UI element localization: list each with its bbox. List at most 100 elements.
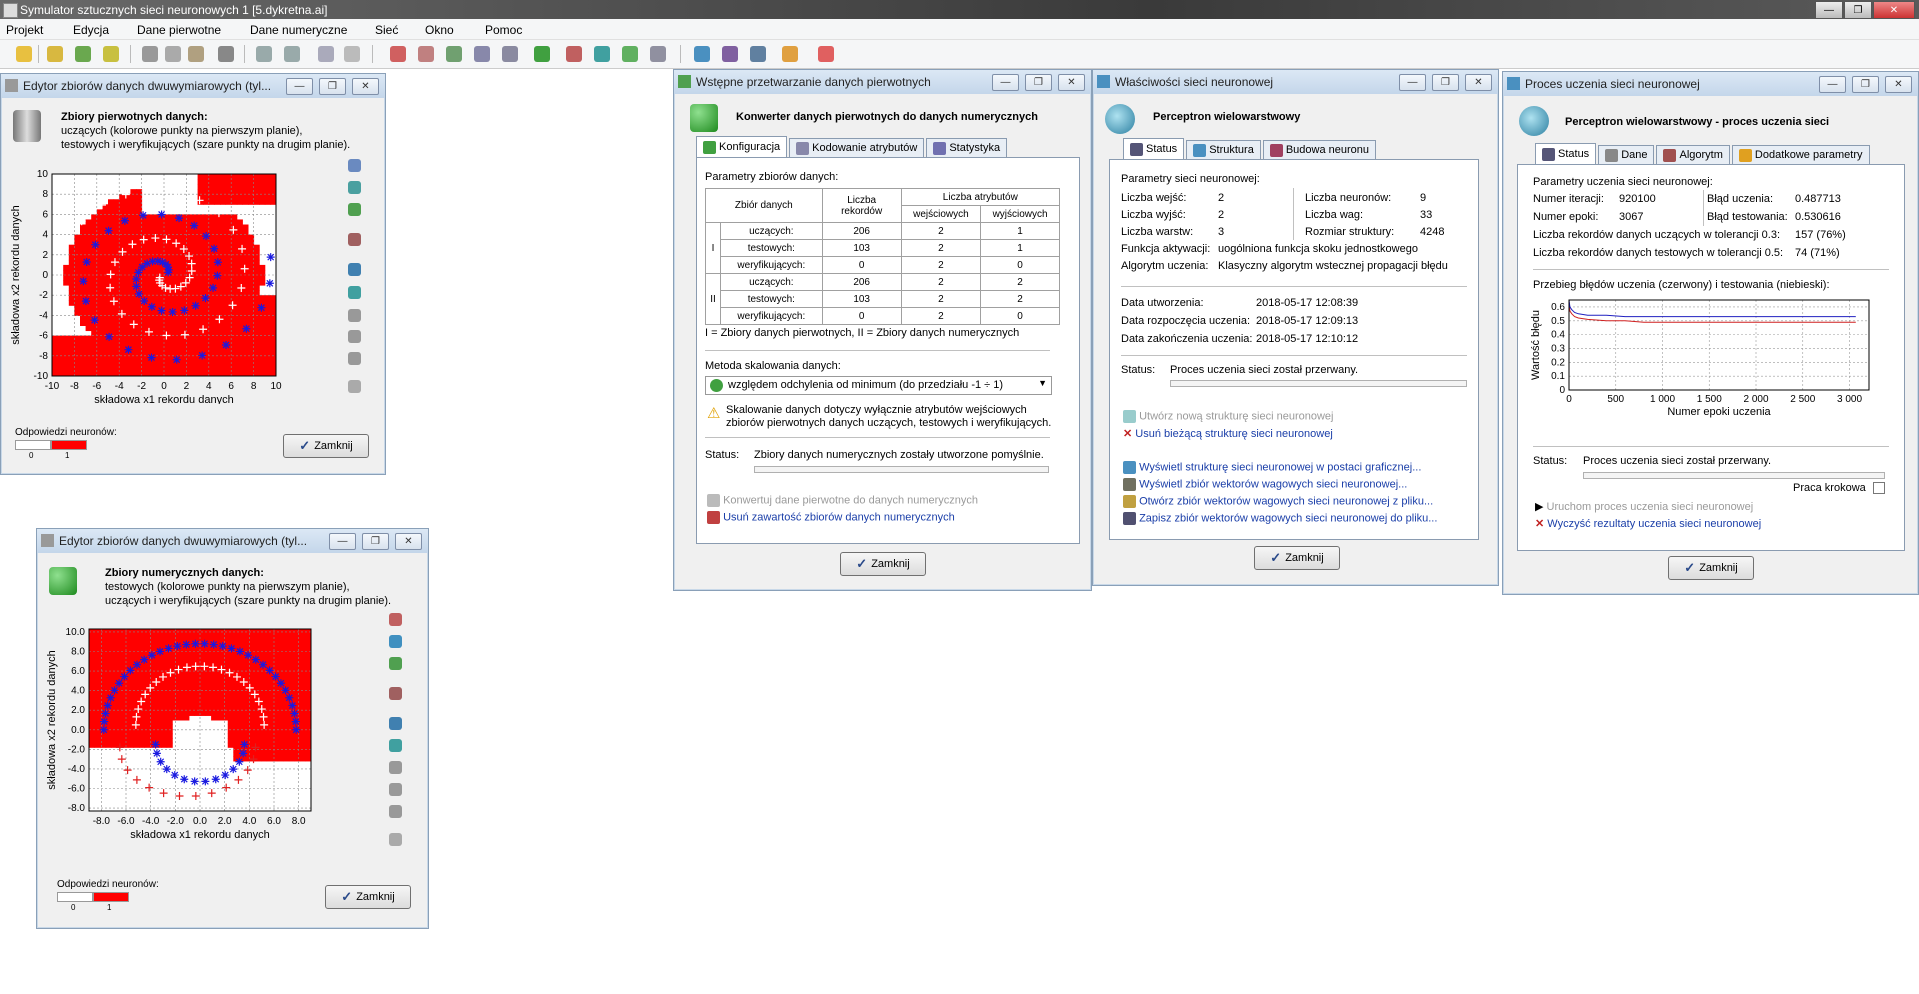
tab-budowa-neuronu[interactable]: Budowa neuronu [1262, 140, 1377, 159]
tab-dodatkowe-parametry[interactable]: Dodatkowe parametry [1731, 145, 1870, 164]
brush-icon[interactable] [389, 833, 402, 846]
close-dialog-button[interactable]: ✓ Zamknij [1668, 556, 1754, 580]
save-icon[interactable] [75, 46, 91, 62]
settings-icon[interactable] [348, 309, 361, 322]
grid-icon[interactable] [389, 687, 402, 700]
start-training-action[interactable]: ▶ Uruchom proces uczenia sieci neuronowe… [1535, 500, 1753, 513]
data-edit-icon[interactable] [318, 46, 334, 62]
add-points-icon[interactable] [348, 181, 361, 194]
menu-projekt[interactable]: Projekt [6, 23, 43, 37]
close-dialog-button[interactable]: ✓ Zamknij [1254, 546, 1340, 570]
network-icon[interactable] [694, 46, 710, 62]
tab-status[interactable]: Status [1535, 143, 1597, 164]
settings-icon[interactable] [389, 761, 402, 774]
save-as-icon[interactable] [103, 46, 119, 62]
minimize-button[interactable]: — [1815, 1, 1843, 19]
close-dialog-button[interactable]: ✓ Zamknij [840, 552, 926, 576]
tab-statystyka[interactable]: Statystyka [926, 138, 1008, 157]
cut-icon[interactable] [142, 46, 158, 62]
zoom-icon[interactable] [348, 286, 361, 299]
delete-icon[interactable] [218, 46, 234, 62]
numeric-data-2-icon[interactable] [566, 46, 582, 62]
import-icon[interactable] [256, 46, 272, 62]
menu-dane-pierwotne[interactable]: Dane pierwotne [137, 23, 221, 37]
maximize-button[interactable]: ❐ [319, 78, 346, 95]
close-dialog-button[interactable]: ✓ Zamknij [325, 885, 411, 909]
minimize-button[interactable]: — [992, 74, 1019, 91]
help-icon[interactable] [818, 46, 834, 62]
color-icon[interactable] [348, 330, 361, 343]
export-icon[interactable] [284, 46, 300, 62]
primary-data-5-icon[interactable] [502, 46, 518, 62]
add-points-icon[interactable] [389, 635, 402, 648]
remove-points-icon[interactable] [389, 657, 402, 670]
numeric-data-5-icon[interactable] [650, 46, 666, 62]
close-dialog-button[interactable]: ✓ Zamknij [283, 434, 369, 458]
menu-edycja[interactable]: Edycja [73, 23, 109, 37]
numeric-data-4-icon[interactable] [622, 46, 638, 62]
brush-icon[interactable] [348, 380, 361, 393]
view-icon[interactable] [348, 352, 361, 365]
tab-dane[interactable]: Dane [1598, 145, 1655, 164]
menu-dane-numeryczne[interactable]: Dane numeryczne [250, 23, 347, 37]
clear-numeric-action[interactable]: Usuń zawartość zbiorów danych numeryczny… [707, 511, 955, 524]
new-project-icon[interactable] [16, 46, 32, 62]
minimize-button[interactable]: — [1819, 76, 1846, 93]
tab-struktura[interactable]: Struktura [1186, 140, 1261, 159]
close-button[interactable]: ✕ [1885, 76, 1912, 93]
edit-points-icon[interactable] [348, 159, 361, 172]
tab-kodowanie-atrybutow[interactable]: Kodowanie atrybutów [789, 138, 925, 157]
menu-siec[interactable]: Sieć [375, 23, 398, 37]
menu-pomoc[interactable]: Pomoc [485, 23, 522, 37]
info-icon[interactable] [348, 263, 361, 276]
maximize-button[interactable]: ❐ [1852, 76, 1879, 93]
view-icon[interactable] [389, 805, 402, 818]
chevron-down-icon[interactable]: ▼ [1038, 378, 1047, 388]
data-view-icon[interactable] [344, 46, 360, 62]
primary-data-4-icon[interactable] [474, 46, 490, 62]
maximize-button[interactable]: ❐ [362, 533, 389, 550]
learning-icon[interactable] [782, 46, 798, 62]
primary-data-2-icon[interactable] [418, 46, 434, 62]
minimize-button[interactable]: — [1399, 74, 1426, 91]
numeric-data-icon[interactable] [534, 46, 550, 62]
minimize-button[interactable]: — [329, 533, 356, 550]
maximize-button[interactable]: ❐ [1844, 1, 1872, 19]
tab-algorytm[interactable]: Algorytm [1656, 145, 1730, 164]
close-button[interactable]: ✕ [395, 533, 422, 550]
tab-status[interactable]: Status [1123, 138, 1185, 159]
close-button[interactable]: ✕ [352, 78, 379, 95]
color-icon[interactable] [389, 783, 402, 796]
show-weights-action[interactable]: Wyświetl zbiór wektorów wagowych sieci n… [1123, 478, 1407, 491]
open-icon[interactable] [47, 46, 63, 62]
numeric-data-3-icon[interactable] [594, 46, 610, 62]
zoom-icon[interactable] [389, 739, 402, 752]
copy-icon[interactable] [165, 46, 181, 62]
network-3-icon[interactable] [750, 46, 766, 62]
maximize-button[interactable]: ❐ [1432, 74, 1459, 91]
primary-data-3-icon[interactable] [446, 46, 462, 62]
open-weights-action[interactable]: Otwórz zbiór wektorów wagowych sieci neu… [1123, 495, 1433, 508]
close-button[interactable]: ✕ [1465, 74, 1492, 91]
step-mode-checkbox[interactable] [1873, 482, 1885, 494]
tab-konfiguracja[interactable]: Konfiguracja [696, 136, 788, 157]
maximize-button[interactable]: ❐ [1025, 74, 1052, 91]
primary-data-plot[interactable]: -10 -8 -6 -4 -2 0 2 4 6 8 101086420-2-4-6-8-10skła… [7, 154, 337, 404]
remove-points-icon[interactable] [348, 203, 361, 216]
menu-okno[interactable]: Okno [425, 23, 454, 37]
convert-action[interactable]: Konwertuj dane pierwotne do danych numer… [707, 494, 978, 507]
clear-results-action[interactable]: ✕ Wyczyść rezultaty uczenia sieci neuron… [1535, 517, 1761, 530]
save-weights-action[interactable]: Zapisz zbiór wektorów wagowych sieci neu… [1123, 512, 1437, 525]
numeric-data-plot[interactable]: -8.0 -6.0 -4.0 -2.0 0.0 2.0 4.0 6.0 8.010.08.06.… [43, 609, 377, 859]
network-2-icon[interactable] [722, 46, 738, 62]
close-button[interactable]: ✕ [1058, 74, 1085, 91]
remove-structure-action[interactable]: ✕ Usuń bieżącą strukturę sieci neuronowe… [1123, 427, 1333, 440]
create-structure-action[interactable]: Utwórz nową strukturę sieci neuronowej [1123, 410, 1333, 423]
close-button[interactable]: ✕ [1873, 1, 1915, 19]
edit-points-icon[interactable] [389, 613, 402, 626]
info-icon[interactable] [389, 717, 402, 730]
scaling-select[interactable]: względem odchylenia od minimum (do przed… [705, 376, 1052, 395]
primary-data-icon[interactable] [390, 46, 406, 62]
show-structure-action[interactable]: Wyświetl strukturę sieci neuronowej w po… [1123, 461, 1421, 474]
grid-icon[interactable] [348, 233, 361, 246]
